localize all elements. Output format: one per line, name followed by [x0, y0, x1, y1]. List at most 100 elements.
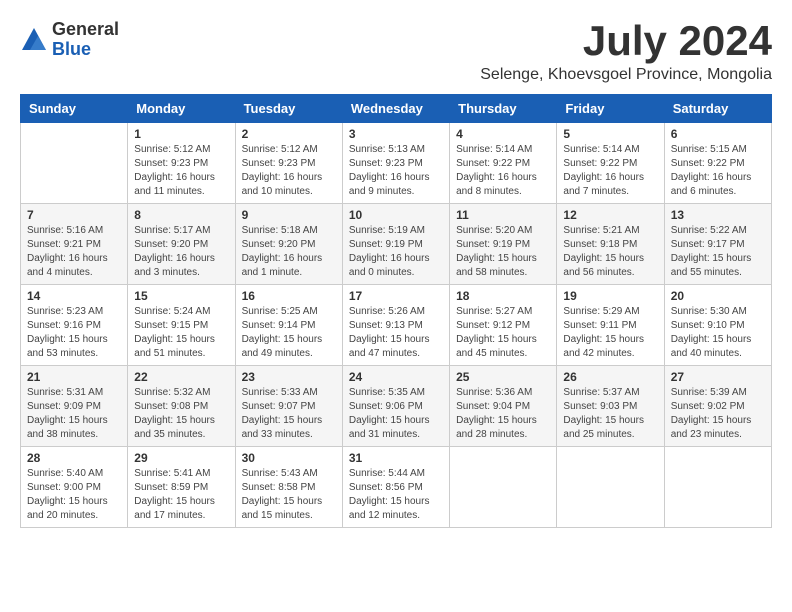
day-number: 5 [563, 127, 657, 141]
day-number: 7 [27, 208, 121, 222]
logo-text: General Blue [52, 20, 119, 60]
day-cell: 12 Sunrise: 5:21 AMSunset: 9:18 PMDayligh… [557, 204, 664, 285]
day-cell: 17Sunrise: 5:26 AMSunset: 9:13 PMDayligh… [342, 285, 449, 366]
day-number: 20 [671, 289, 765, 303]
day-number: 18 [456, 289, 550, 303]
day-cell: 23 Sunrise: 5:33 AMSunset: 9:07 PMDayligh… [235, 366, 342, 447]
day-number: 3 [349, 127, 443, 141]
day-cell: 6 Sunrise: 5:15 AMSunset: 9:22 PMDaylight… [664, 123, 771, 204]
day-cell: 16 Sunrise: 5:25 AMSunset: 9:14 PMDayligh… [235, 285, 342, 366]
day-info: Sunrise: 5:39 AMSunset: 9:02 PMDaylight:… [671, 386, 765, 442]
day-info: Sunrise: 5:27 AMSunset: 9:12 PMDaylight:… [456, 305, 550, 361]
header-tuesday: Tuesday [235, 95, 342, 123]
day-cell: 26Sunrise: 5:37 AMSunset: 9:03 PMDayligh… [557, 366, 664, 447]
logo: General Blue [20, 20, 119, 60]
day-info: Sunrise: 5:19 AMSunset: 9:19 PMDaylight:… [349, 224, 443, 280]
week-row-4: 21 Sunrise: 5:31 AMSunset: 9:09 PMDayligh… [21, 366, 772, 447]
day-info: Sunrise: 5:32 AMSunset: 9:08 PMDaylight:… [134, 386, 228, 442]
day-info: Sunrise: 5:14 AMSunset: 9:22 PMDaylight:… [563, 143, 657, 199]
day-cell: 8Sunrise: 5:17 AMSunset: 9:20 PMDaylight… [128, 204, 235, 285]
day-cell: 20 Sunrise: 5:30 AMSunset: 9:10 PMDayligh… [664, 285, 771, 366]
day-cell [450, 447, 557, 528]
location-title: Selenge, Khoevsgoel Province, Mongolia [480, 66, 772, 84]
day-number: 10 [349, 208, 443, 222]
logo-blue: Blue [52, 40, 119, 60]
day-info: Sunrise: 5:12 AMSunset: 9:23 PMDaylight:… [242, 143, 336, 199]
day-info: Sunrise: 5:12 AMSunset: 9:23 PMDaylight:… [134, 143, 228, 199]
day-number: 19 [563, 289, 657, 303]
day-number: 27 [671, 370, 765, 384]
day-cell: 22 Sunrise: 5:32 AMSunset: 9:08 PMDayligh… [128, 366, 235, 447]
day-info: Sunrise: 5:37 AMSunset: 9:03 PMDaylight:… [563, 386, 657, 442]
day-info: Sunrise: 5:33 AMSunset: 9:07 PMDaylight:… [242, 386, 336, 442]
day-info: Sunrise: 5:16 AMSunset: 9:21 PMDaylight:… [27, 224, 121, 280]
day-number: 15 [134, 289, 228, 303]
day-cell: 10 Sunrise: 5:19 AMSunset: 9:19 PMDayligh… [342, 204, 449, 285]
day-number: 2 [242, 127, 336, 141]
day-cell: 24Sunrise: 5:35 AMSunset: 9:06 PMDayligh… [342, 366, 449, 447]
week-row-5: 28 Sunrise: 5:40 AMSunset: 9:00 PMDayligh… [21, 447, 772, 528]
day-number: 21 [27, 370, 121, 384]
day-info: Sunrise: 5:29 AMSunset: 9:11 PMDaylight:… [563, 305, 657, 361]
day-number: 13 [671, 208, 765, 222]
day-cell: 4Sunrise: 5:14 AMSunset: 9:22 PMDaylight… [450, 123, 557, 204]
day-info: Sunrise: 5:25 AMSunset: 9:14 PMDaylight:… [242, 305, 336, 361]
header-sunday: Sunday [21, 95, 128, 123]
day-info: Sunrise: 5:15 AMSunset: 9:22 PMDaylight:… [671, 143, 765, 199]
header-friday: Friday [557, 95, 664, 123]
day-number: 1 [134, 127, 228, 141]
day-number: 6 [671, 127, 765, 141]
day-info: Sunrise: 5:24 AMSunset: 9:15 PMDaylight:… [134, 305, 228, 361]
day-info: Sunrise: 5:31 AMSunset: 9:09 PMDaylight:… [27, 386, 121, 442]
day-info: Sunrise: 5:13 AMSunset: 9:23 PMDaylight:… [349, 143, 443, 199]
header-thursday: Thursday [450, 95, 557, 123]
day-info: Sunrise: 5:23 AMSunset: 9:16 PMDaylight:… [27, 305, 121, 361]
day-cell: 21 Sunrise: 5:31 AMSunset: 9:09 PMDayligh… [21, 366, 128, 447]
title-section: July 2024 Selenge, Khoevsgoel Province, … [480, 20, 772, 84]
day-cell: 29 Sunrise: 5:41 AMSunset: 8:59 PMDayligh… [128, 447, 235, 528]
week-row-2: 7 Sunrise: 5:16 AMSunset: 9:21 PMDaylight… [21, 204, 772, 285]
day-cell: 5 Sunrise: 5:14 AMSunset: 9:22 PMDaylight… [557, 123, 664, 204]
day-info: Sunrise: 5:21 AMSunset: 9:18 PMDaylight:… [563, 224, 657, 280]
day-number: 17 [349, 289, 443, 303]
day-number: 23 [242, 370, 336, 384]
day-number: 11 [456, 208, 550, 222]
day-cell: 25Sunrise: 5:36 AMSunset: 9:04 PMDayligh… [450, 366, 557, 447]
day-number: 29 [134, 451, 228, 465]
page-header: General Blue July 2024 Selenge, Khoevsgo… [20, 20, 772, 84]
day-cell: 11 Sunrise: 5:20 AMSunset: 9:19 PMDayligh… [450, 204, 557, 285]
week-row-1: 1 Sunrise: 5:12 AMSunset: 9:23 PMDaylight… [21, 123, 772, 204]
day-cell [557, 447, 664, 528]
day-info: Sunrise: 5:18 AMSunset: 9:20 PMDaylight:… [242, 224, 336, 280]
day-info: Sunrise: 5:20 AMSunset: 9:19 PMDaylight:… [456, 224, 550, 280]
day-info: Sunrise: 5:36 AMSunset: 9:04 PMDaylight:… [456, 386, 550, 442]
day-info: Sunrise: 5:35 AMSunset: 9:06 PMDaylight:… [349, 386, 443, 442]
day-number: 4 [456, 127, 550, 141]
day-info: Sunrise: 5:30 AMSunset: 9:10 PMDaylight:… [671, 305, 765, 361]
day-number: 28 [27, 451, 121, 465]
day-cell: 9Sunrise: 5:18 AMSunset: 9:20 PMDaylight… [235, 204, 342, 285]
day-cell: 2 Sunrise: 5:12 AMSunset: 9:23 PMDaylight… [235, 123, 342, 204]
day-info: Sunrise: 5:40 AMSunset: 9:00 PMDaylight:… [27, 467, 121, 523]
day-cell: 15 Sunrise: 5:24 AMSunset: 9:15 PMDayligh… [128, 285, 235, 366]
day-number: 12 [563, 208, 657, 222]
day-number: 22 [134, 370, 228, 384]
calendar-header-row: SundayMondayTuesdayWednesdayThursdayFrid… [21, 95, 772, 123]
day-cell: 13 Sunrise: 5:22 AMSunset: 9:17 PMDayligh… [664, 204, 771, 285]
day-cell: 31Sunrise: 5:44 AMSunset: 8:56 PMDayligh… [342, 447, 449, 528]
day-info: Sunrise: 5:41 AMSunset: 8:59 PMDaylight:… [134, 467, 228, 523]
day-cell: 19 Sunrise: 5:29 AMSunset: 9:11 PMDayligh… [557, 285, 664, 366]
day-cell: 7 Sunrise: 5:16 AMSunset: 9:21 PMDaylight… [21, 204, 128, 285]
day-info: Sunrise: 5:22 AMSunset: 9:17 PMDaylight:… [671, 224, 765, 280]
day-cell: 1 Sunrise: 5:12 AMSunset: 9:23 PMDaylight… [128, 123, 235, 204]
header-wednesday: Wednesday [342, 95, 449, 123]
day-cell: 14Sunrise: 5:23 AMSunset: 9:16 PMDayligh… [21, 285, 128, 366]
calendar: SundayMondayTuesdayWednesdayThursdayFrid… [20, 94, 772, 528]
day-info: Sunrise: 5:17 AMSunset: 9:20 PMDaylight:… [134, 224, 228, 280]
logo-general: General [52, 20, 119, 40]
week-row-3: 14Sunrise: 5:23 AMSunset: 9:16 PMDayligh… [21, 285, 772, 366]
day-cell: 30Sunrise: 5:43 AMSunset: 8:58 PMDayligh… [235, 447, 342, 528]
day-cell [664, 447, 771, 528]
month-title: July 2024 [480, 20, 772, 62]
day-number: 16 [242, 289, 336, 303]
